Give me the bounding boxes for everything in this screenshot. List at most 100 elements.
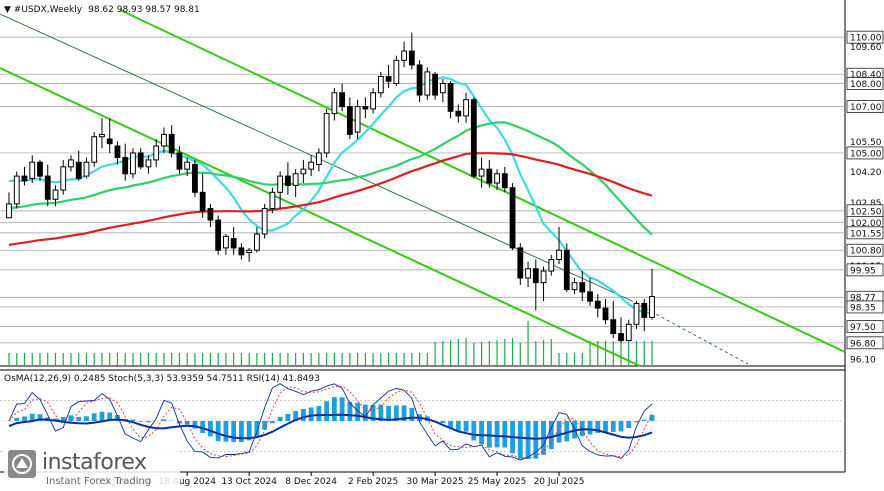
candle-body bbox=[130, 152, 136, 175]
osma-bar bbox=[76, 416, 82, 421]
chart-ohlc: 98.62 98.93 98.57 98.81 bbox=[88, 5, 200, 15]
candle-body bbox=[300, 168, 307, 175]
candle-body bbox=[633, 302, 640, 325]
price-grid bbox=[0, 0, 846, 473]
candle-body bbox=[223, 235, 229, 249]
middle-channel-projection bbox=[629, 299, 749, 365]
candle-body bbox=[486, 168, 493, 184]
moving-averages bbox=[8, 76, 653, 315]
time-label: 13 Oct 2024 bbox=[221, 477, 277, 487]
price-label: 97.50 bbox=[850, 323, 876, 333]
osma-bar bbox=[146, 421, 151, 423]
candle-body bbox=[83, 161, 90, 177]
candle-body bbox=[339, 92, 346, 108]
candle-body bbox=[238, 247, 245, 256]
candle-body bbox=[408, 50, 415, 66]
candle-body bbox=[463, 99, 469, 117]
price-label: 100.80 bbox=[850, 247, 882, 257]
candle-body bbox=[254, 233, 260, 251]
candle-body bbox=[199, 191, 206, 212]
candle-body bbox=[292, 173, 299, 186]
price-label: 105.00 bbox=[850, 149, 882, 159]
osma-bar bbox=[269, 421, 275, 424]
candle-body bbox=[478, 168, 485, 177]
osma-bar bbox=[99, 411, 105, 421]
candle-body bbox=[362, 106, 369, 110]
osma-bar bbox=[556, 421, 562, 443]
candle-body bbox=[548, 258, 555, 272]
candle-body bbox=[331, 92, 338, 115]
price-label: 107.00 bbox=[850, 103, 882, 113]
candle-body bbox=[610, 319, 617, 335]
candle-body bbox=[401, 50, 407, 61]
osma-bar bbox=[300, 409, 306, 421]
candle-body bbox=[424, 71, 431, 96]
osma-bar bbox=[479, 421, 484, 445]
candle-body bbox=[37, 161, 43, 177]
candle-body bbox=[377, 76, 384, 94]
candle-body bbox=[602, 307, 609, 321]
candle-body bbox=[13, 175, 20, 205]
time-label: 30 Mar 2025 bbox=[407, 477, 464, 487]
candle-body bbox=[641, 302, 648, 318]
brand-tagline: Instant Forex Trading bbox=[46, 476, 152, 487]
candle-body bbox=[625, 323, 632, 342]
candle-body bbox=[587, 291, 593, 302]
candle-body bbox=[184, 161, 191, 170]
osma-bar bbox=[386, 405, 392, 421]
price-label: 96.80 bbox=[850, 339, 876, 349]
price-label: 105.50 bbox=[850, 138, 882, 148]
candle-body bbox=[308, 161, 315, 170]
candle-body bbox=[122, 157, 129, 175]
candle-body bbox=[29, 161, 36, 179]
osma-bar bbox=[231, 421, 237, 443]
osma-bar bbox=[502, 421, 508, 448]
candle-body bbox=[618, 333, 624, 342]
brand-watermark: instaforex Instant Forex Trading bbox=[4, 447, 180, 489]
candle-body bbox=[153, 145, 160, 161]
osma-bar bbox=[215, 421, 221, 442]
candle-body bbox=[532, 268, 539, 284]
candle-body bbox=[52, 189, 59, 200]
price-axis: 110.00109.60108.40108.00107.00105.50105.… bbox=[846, 30, 884, 366]
osma-bar bbox=[463, 421, 469, 432]
osma-bar bbox=[494, 421, 500, 448]
osma-bar bbox=[68, 415, 74, 421]
candle-body bbox=[269, 191, 276, 210]
oscillator-header: OsMA(12,26,9) 0.2485 Stoch(5,3,3) 53.935… bbox=[4, 374, 320, 384]
candle-body bbox=[176, 152, 183, 170]
candle-body bbox=[60, 166, 67, 191]
osma-bar bbox=[138, 421, 144, 422]
osma-bar bbox=[440, 421, 446, 424]
candle-body bbox=[594, 300, 601, 309]
osma-bar bbox=[471, 421, 477, 441]
osma-bar bbox=[339, 397, 345, 421]
candle-body bbox=[579, 282, 586, 293]
osma-bar bbox=[486, 421, 492, 448]
osma-bar bbox=[409, 408, 415, 421]
osma-bar bbox=[610, 421, 616, 432]
usdx-chart[interactable]: 110.00109.60108.40108.00107.00105.50105.… bbox=[0, 0, 884, 491]
lower-channel-line bbox=[0, 67, 641, 367]
candle-body bbox=[455, 110, 462, 117]
candle-body bbox=[416, 64, 423, 96]
candle-body bbox=[168, 133, 175, 154]
candle-body bbox=[161, 133, 167, 147]
candle-body bbox=[137, 152, 144, 168]
price-label: 96.10 bbox=[850, 356, 876, 366]
time-label: 25 May 2025 bbox=[468, 477, 527, 487]
upper-channel-line bbox=[119, 9, 846, 353]
candle-body bbox=[525, 268, 531, 279]
time-label: 20 Jul 2025 bbox=[534, 477, 585, 487]
candle-body bbox=[6, 203, 12, 219]
osma-bar bbox=[285, 413, 291, 421]
osma-bar bbox=[308, 407, 314, 421]
osma-bar bbox=[277, 416, 283, 421]
chart-menu-arrow[interactable]: ▼ bbox=[4, 5, 14, 15]
rsi-line bbox=[8, 413, 653, 440]
candle-body bbox=[509, 187, 516, 249]
osma-bar bbox=[618, 421, 624, 432]
ma-medium-line bbox=[8, 121, 653, 236]
candle-body bbox=[21, 175, 28, 182]
osma-bar bbox=[587, 421, 593, 435]
